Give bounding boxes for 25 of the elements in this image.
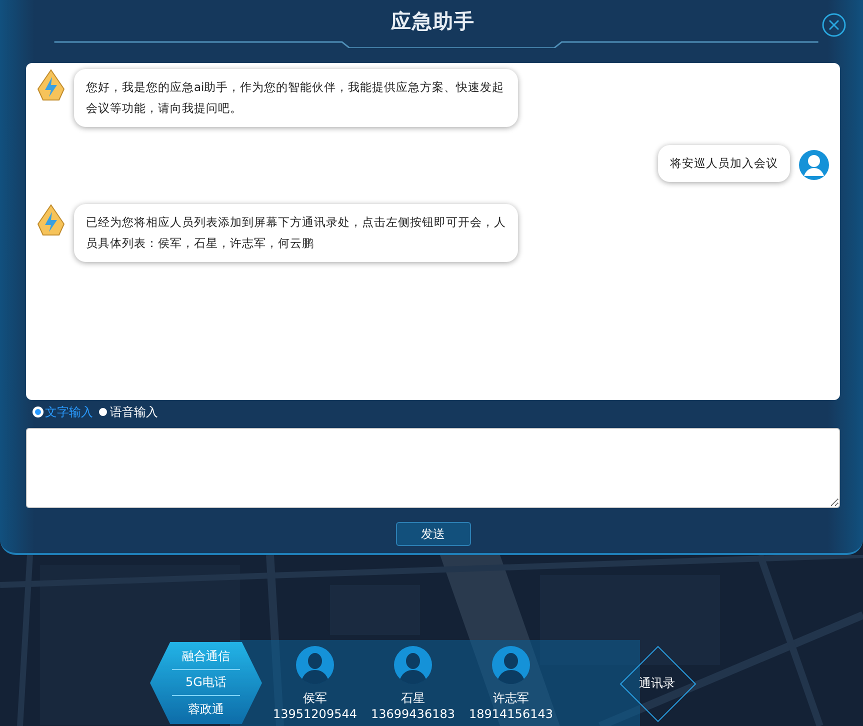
directory-button[interactable]: 通讯录 <box>620 646 694 720</box>
contact-phone: 18914156143 <box>469 706 553 720</box>
person-avatar-icon <box>492 646 530 684</box>
contact-phone: 13699436183 <box>371 706 455 720</box>
contact-name: 许志军 <box>493 690 529 706</box>
message-bubble: 将安巡人员加入会议 <box>658 145 790 182</box>
message-input[interactable] <box>26 428 840 508</box>
lightning-badge-icon <box>36 204 66 236</box>
input-mode-radio[interactable]: 文字输入 <box>34 404 93 420</box>
close-icon[interactable] <box>822 13 846 37</box>
send-button[interactable]: 发送 <box>396 522 470 546</box>
person-avatar-icon <box>296 646 334 684</box>
input-mode-radio[interactable]: 语音输入 <box>99 404 158 420</box>
message-bubble: 已经为您将相应人员列表添加到屏幕下方通讯录处，点击左侧按钮即可开会，人员具体列表：侯军，石星，许志军，何云鹏 <box>74 204 518 262</box>
lightning-badge-icon <box>36 69 66 101</box>
menu-item[interactable]: 5G电话 <box>172 670 240 696</box>
contact-phone: 13951209544 <box>273 706 357 720</box>
menu-item[interactable]: 融合通信 <box>172 644 240 670</box>
message-bubble: 您好，我是您的应急ai助手，作为您的智能伙伴，我能提供应急方案、快速发起会议等功能，请向我提问吧。 <box>74 69 518 127</box>
contact-name: 侯军 <box>303 690 327 706</box>
dialog-title: 应急助手 <box>391 8 475 34</box>
menu-item[interactable]: 蓉政通 <box>172 696 240 722</box>
contact-name: 石星 <box>401 690 425 706</box>
user-avatar-icon <box>798 149 830 181</box>
person-avatar-icon <box>394 646 432 684</box>
